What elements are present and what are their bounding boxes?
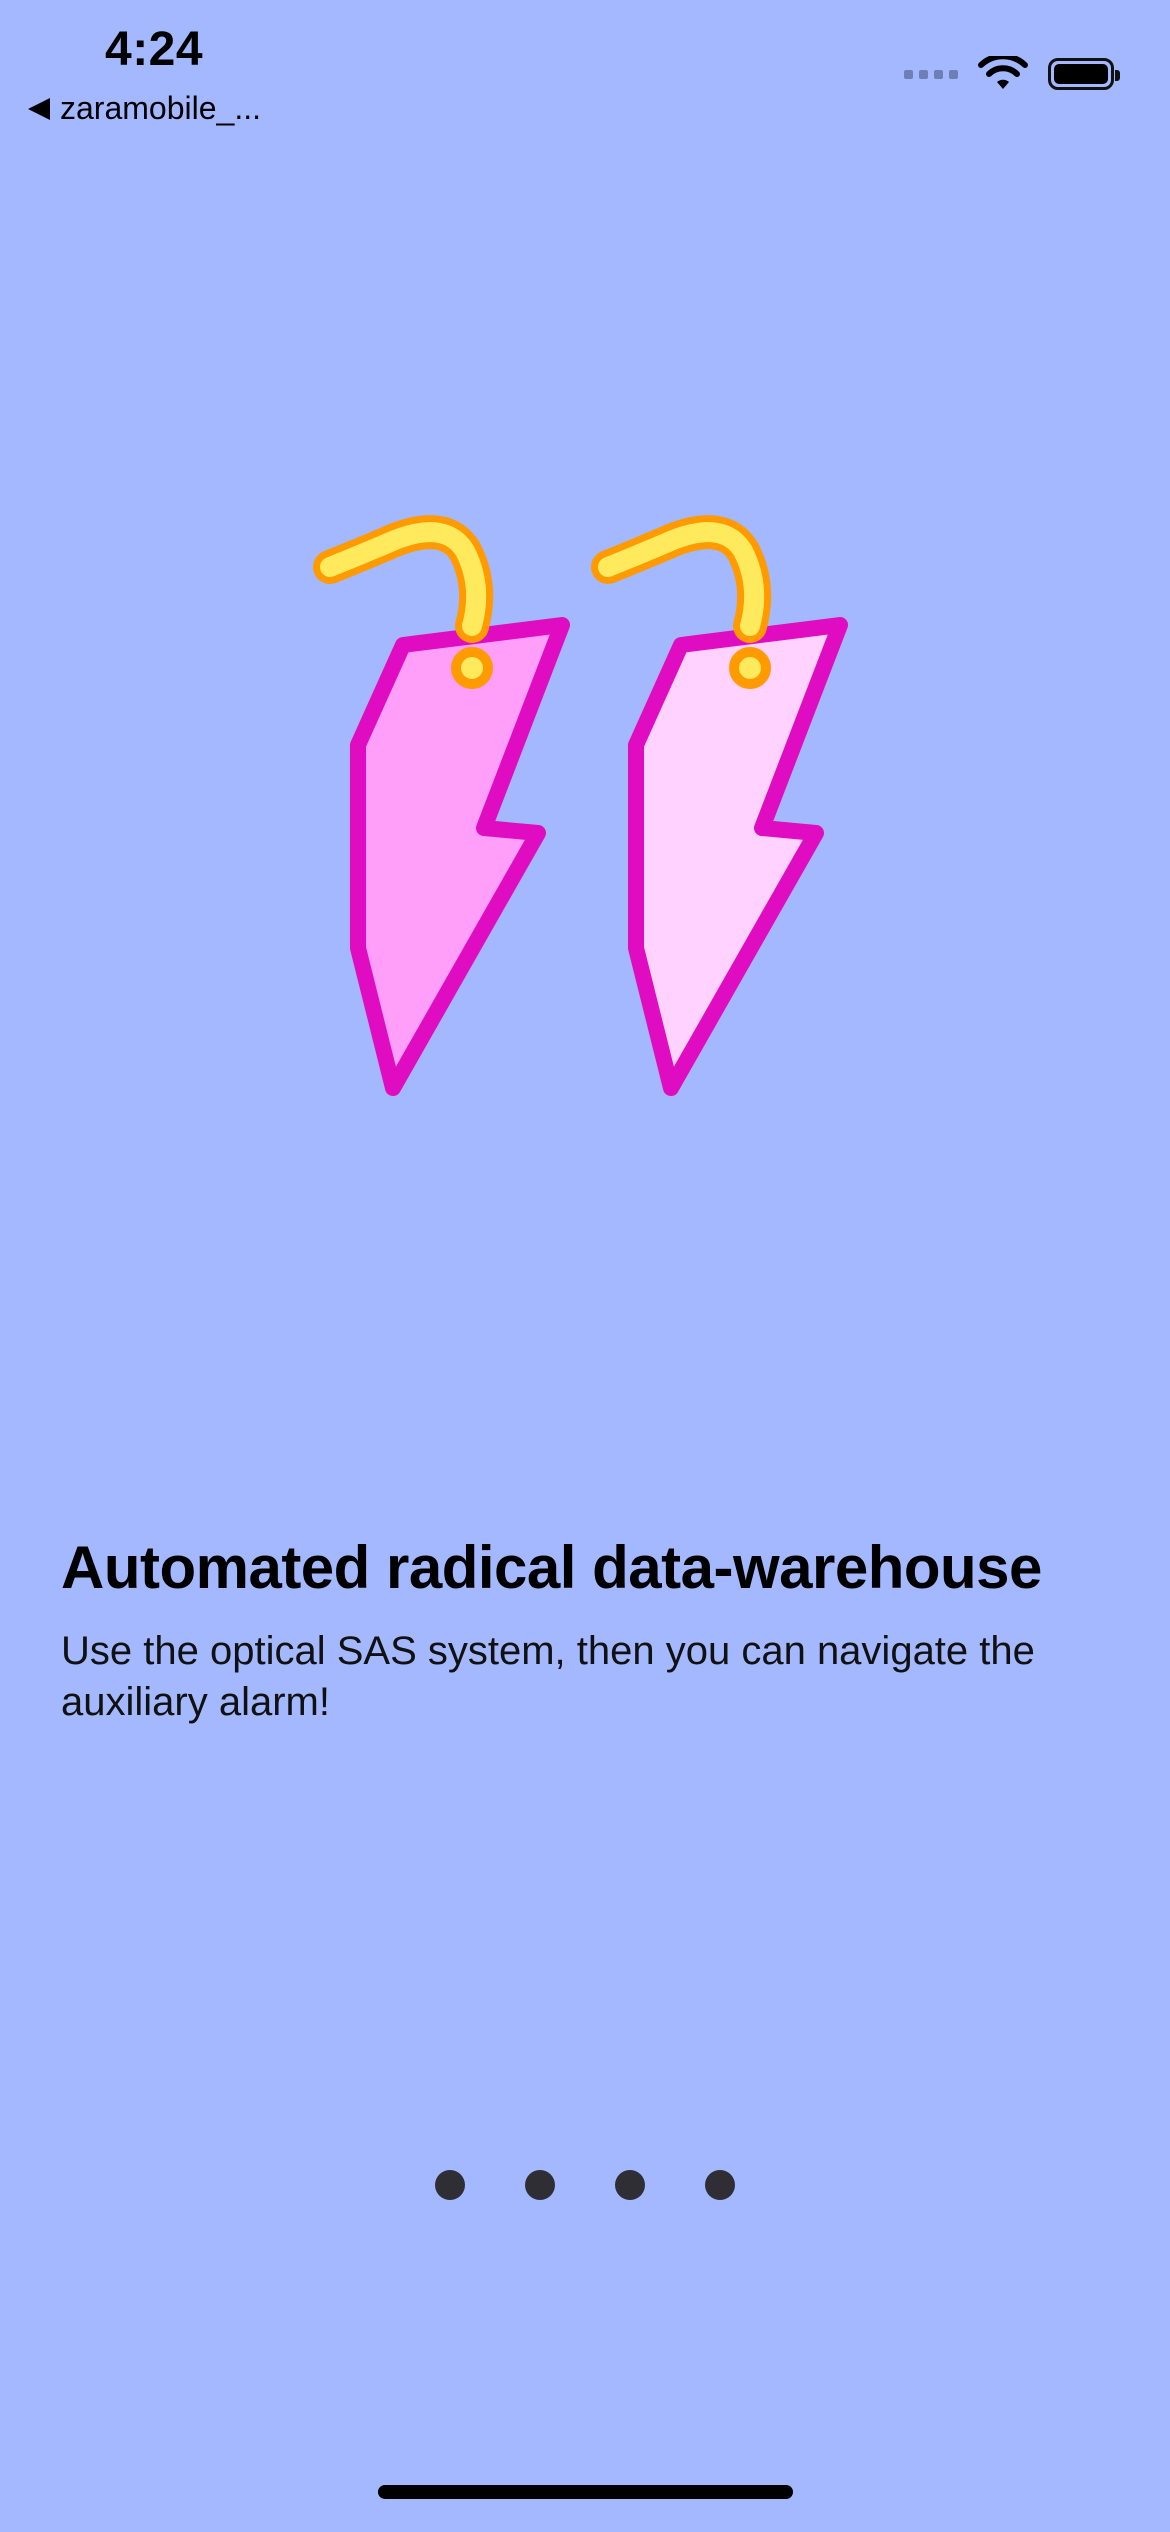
onboarding-title: Automated radical data-warehouse bbox=[61, 1534, 1042, 1601]
lightning-earrings-icon bbox=[313, 515, 848, 1096]
home-indicator[interactable] bbox=[378, 2485, 793, 2499]
back-app-label: zaramobile_... bbox=[60, 90, 261, 126]
wifi-icon bbox=[978, 56, 1028, 89]
status-bar: 4:24 zaramobile_... bbox=[0, 0, 1170, 150]
signal-icon bbox=[904, 69, 958, 79]
hero-illustration bbox=[300, 500, 880, 1100]
onboarding-content: Automated radical data-warehouse Use the… bbox=[61, 1532, 1121, 1728]
back-arrow-icon bbox=[28, 97, 50, 120]
status-icons bbox=[904, 56, 1120, 92]
page-dot-2[interactable] bbox=[525, 2170, 555, 2200]
earring-left bbox=[313, 515, 570, 1096]
back-to-app-button[interactable]: zaramobile_... bbox=[28, 90, 261, 127]
battery-icon bbox=[1048, 58, 1120, 90]
earring-right bbox=[591, 515, 848, 1096]
status-time: 4:24 bbox=[105, 23, 204, 76]
onboarding-description: Use the optical SAS system, then you can… bbox=[61, 1629, 1035, 1725]
page-dot-3[interactable] bbox=[615, 2170, 645, 2200]
page-indicator bbox=[0, 2170, 1170, 2200]
page-dot-4[interactable] bbox=[705, 2170, 735, 2200]
page-dot-1[interactable] bbox=[435, 2170, 465, 2200]
